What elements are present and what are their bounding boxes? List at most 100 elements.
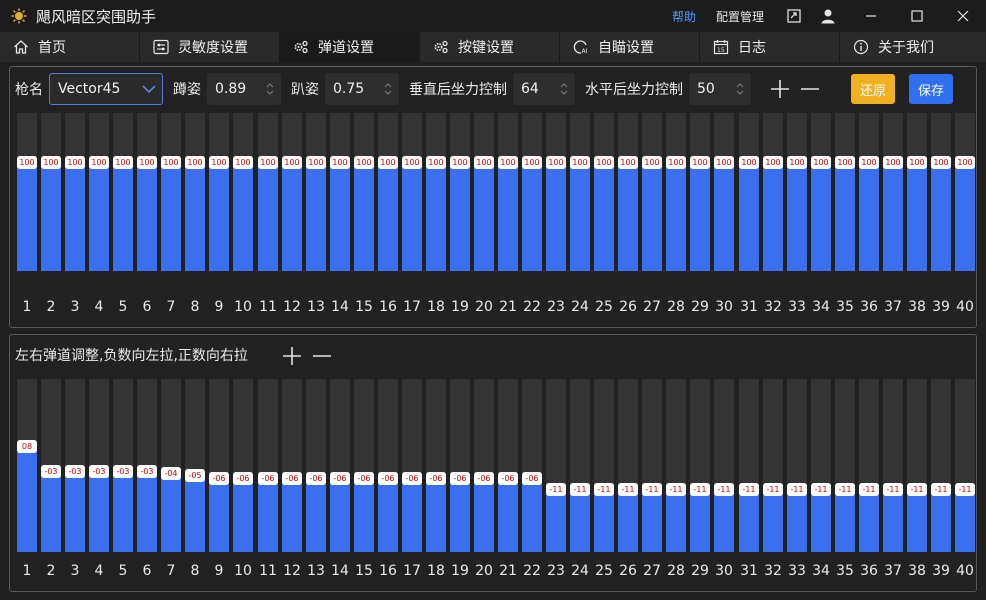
screenshot-icon[interactable] xyxy=(780,0,808,32)
tab-home[interactable]: 首页 xyxy=(0,32,140,62)
tab-ballistics[interactable]: 弹道设置 xyxy=(280,32,420,62)
horizontal-recoil-spinbox[interactable]: 50 xyxy=(689,73,751,105)
horizontal-slider-fill[interactable] xyxy=(594,489,614,552)
tab-about[interactable]: 关于我们 xyxy=(840,32,986,62)
vertical-slider-fill[interactable] xyxy=(378,162,398,271)
vertical-slider-fill[interactable] xyxy=(763,162,783,271)
tab-log[interactable]: 15 日志 xyxy=(700,32,840,62)
save-button[interactable]: 保存 xyxy=(909,74,953,104)
vertical-slider-fill[interactable] xyxy=(666,162,686,271)
horizontal-slider-fill[interactable] xyxy=(955,489,975,552)
vertical-slider-fill[interactable] xyxy=(354,162,374,271)
spin-arrows-icon[interactable] xyxy=(559,81,569,97)
vertical-slider-fill[interactable] xyxy=(787,162,807,271)
vertical-slider-fill[interactable] xyxy=(955,162,975,271)
minus-icon[interactable] xyxy=(311,345,333,367)
maximize-button[interactable] xyxy=(894,0,940,32)
vertical-slider-fill[interactable] xyxy=(330,162,350,271)
tab-keybind[interactable]: 按键设置 xyxy=(420,32,560,62)
horizontal-slider-fill[interactable] xyxy=(258,478,278,552)
vertical-slider-fill[interactable] xyxy=(546,162,566,271)
restore-button[interactable]: 还原 xyxy=(851,74,895,104)
horizontal-slider-fill[interactable] xyxy=(618,489,638,552)
horizontal-slider-fill[interactable] xyxy=(931,489,951,552)
vertical-slider-fill[interactable] xyxy=(65,162,85,271)
minus-icon[interactable] xyxy=(799,78,821,100)
horizontal-slider-fill[interactable] xyxy=(426,478,446,552)
horizontal-slider-fill[interactable] xyxy=(739,489,759,552)
horizontal-slider-fill[interactable] xyxy=(17,446,37,552)
vertical-slider-fill[interactable] xyxy=(618,162,638,271)
spin-arrows-icon[interactable] xyxy=(383,81,393,97)
vertical-slider-fill[interactable] xyxy=(883,162,903,271)
vertical-slider-fill[interactable] xyxy=(258,162,278,271)
vertical-recoil-spinbox[interactable]: 64 xyxy=(513,73,575,105)
horizontal-slider-fill[interactable] xyxy=(907,489,927,552)
vertical-slider-fill[interactable] xyxy=(642,162,662,271)
vertical-slider-fill[interactable] xyxy=(402,162,422,271)
gun-select[interactable]: Vector45 xyxy=(49,73,163,105)
horizontal-slider-fill[interactable] xyxy=(402,478,422,552)
horizontal-slider-fill[interactable] xyxy=(306,478,326,552)
horizontal-slider-fill[interactable] xyxy=(570,489,590,552)
minimize-button[interactable] xyxy=(848,0,894,32)
horizontal-slider-fill[interactable] xyxy=(642,489,662,552)
horizontal-slider-fill[interactable] xyxy=(378,478,398,552)
horizontal-slider-fill[interactable] xyxy=(282,478,302,552)
crouch-spinbox[interactable]: 0.89 xyxy=(207,73,281,105)
horizontal-slider-fill[interactable] xyxy=(89,471,109,552)
horizontal-slider-fill[interactable] xyxy=(714,489,734,552)
vertical-slider-fill[interactable] xyxy=(522,162,542,271)
vertical-slider-fill[interactable] xyxy=(113,162,133,271)
vertical-slider-fill[interactable] xyxy=(931,162,951,271)
horizontal-slider-fill[interactable] xyxy=(137,471,157,552)
vertical-slider-fill[interactable] xyxy=(859,162,879,271)
horizontal-slider-fill[interactable] xyxy=(763,489,783,552)
horizontal-slider-fill[interactable] xyxy=(354,478,374,552)
horizontal-slider-fill[interactable] xyxy=(811,489,831,552)
horizontal-slider-fill[interactable] xyxy=(330,478,350,552)
horizontal-slider-fill[interactable] xyxy=(883,489,903,552)
vertical-slider-fill[interactable] xyxy=(811,162,831,271)
vertical-slider-fill[interactable] xyxy=(474,162,494,271)
horizontal-slider-fill[interactable] xyxy=(450,478,470,552)
vertical-slider-fill[interactable] xyxy=(835,162,855,271)
horizontal-slider-fill[interactable] xyxy=(859,489,879,552)
vertical-slider-fill[interactable] xyxy=(282,162,302,271)
vertical-slider-fill[interactable] xyxy=(17,162,37,271)
horizontal-slider-fill[interactable] xyxy=(113,471,133,552)
plus-icon[interactable] xyxy=(769,78,791,100)
vertical-slider-fill[interactable] xyxy=(739,162,759,271)
user-icon[interactable] xyxy=(814,0,842,32)
horizontal-slider-fill[interactable] xyxy=(498,478,518,552)
vertical-slider-fill[interactable] xyxy=(41,162,61,271)
vertical-slider-fill[interactable] xyxy=(209,162,229,271)
horizontal-slider-fill[interactable] xyxy=(65,471,85,552)
horizontal-slider-fill[interactable] xyxy=(209,478,229,552)
tab-sensitivity[interactable]: 灵敏度设置 xyxy=(140,32,280,62)
horizontal-slider-fill[interactable] xyxy=(185,475,205,552)
horizontal-slider-fill[interactable] xyxy=(546,489,566,552)
horizontal-slider-fill[interactable] xyxy=(474,478,494,552)
spin-arrows-icon[interactable] xyxy=(265,81,275,97)
vertical-slider-fill[interactable] xyxy=(594,162,614,271)
close-button[interactable] xyxy=(940,0,986,32)
vertical-slider-fill[interactable] xyxy=(907,162,927,271)
vertical-slider-fill[interactable] xyxy=(498,162,518,271)
config-manage-button[interactable]: 配置管理 xyxy=(716,8,764,25)
horizontal-slider-fill[interactable] xyxy=(690,489,710,552)
vertical-slider-fill[interactable] xyxy=(714,162,734,271)
vertical-slider-fill[interactable] xyxy=(570,162,590,271)
horizontal-slider-fill[interactable] xyxy=(666,489,686,552)
horizontal-slider-fill[interactable] xyxy=(835,489,855,552)
horizontal-slider-fill[interactable] xyxy=(787,489,807,552)
horizontal-slider-fill[interactable] xyxy=(41,471,61,552)
vertical-slider-fill[interactable] xyxy=(306,162,326,271)
vertical-slider-fill[interactable] xyxy=(185,162,205,271)
horizontal-slider-fill[interactable] xyxy=(161,473,181,552)
help-link[interactable]: 帮助 xyxy=(672,8,696,25)
plus-icon[interactable] xyxy=(281,345,303,367)
vertical-slider-fill[interactable] xyxy=(89,162,109,271)
horizontal-slider-fill[interactable] xyxy=(233,478,253,552)
horizontal-slider-fill[interactable] xyxy=(522,478,542,552)
